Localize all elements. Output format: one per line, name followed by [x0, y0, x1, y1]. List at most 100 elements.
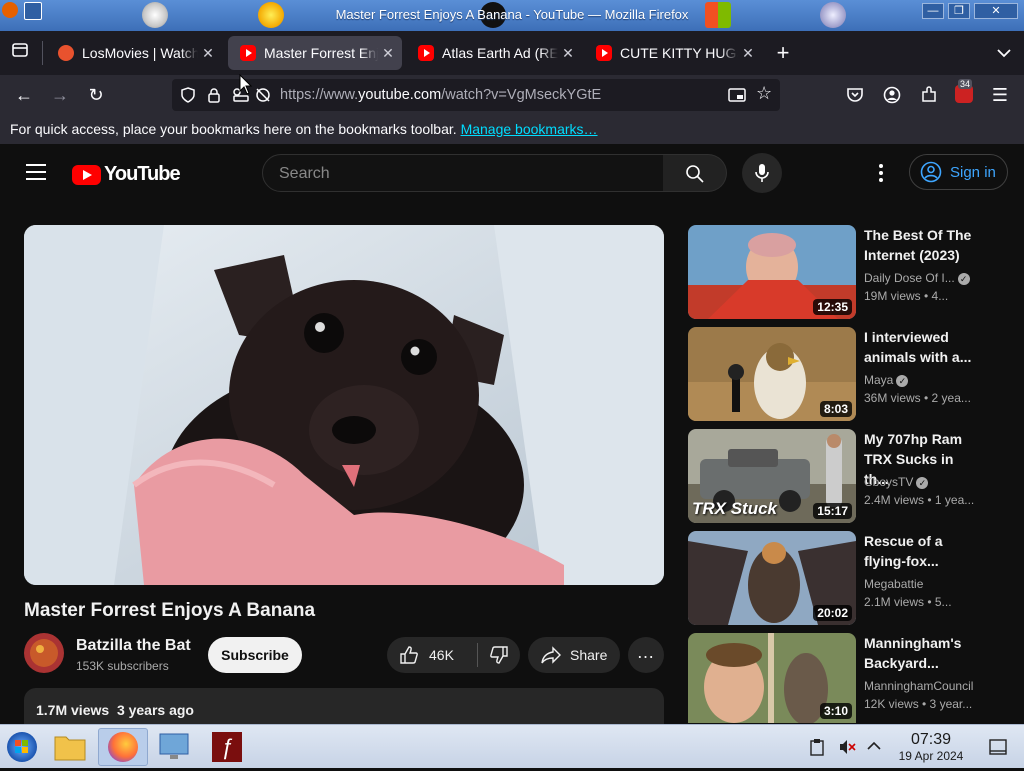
video-thumbnail[interactable]: 8:03: [688, 327, 856, 421]
video-player[interactable]: [24, 225, 664, 585]
channel-avatar[interactable]: [24, 633, 64, 673]
recommended-item[interactable]: TRX Stuck 15:17 My 707hp Ram TRX Sucks i…: [688, 429, 1008, 523]
extension-badge: 34: [958, 79, 973, 89]
taskbar-flash-player[interactable]: ƒ: [208, 728, 248, 766]
thumbs-up-icon: [400, 646, 418, 664]
tracking-blocked-icon[interactable]: [254, 87, 272, 103]
youtube-logo[interactable]: YouTube: [72, 163, 181, 186]
recommended-channel[interactable]: ManninghamCouncil: [864, 679, 984, 693]
voice-search-button[interactable]: [742, 153, 782, 193]
video-duration: 3:10: [819, 703, 852, 719]
taskbar-firefox[interactable]: [98, 728, 148, 766]
clock[interactable]: 07:39 19 Apr 2024: [888, 731, 974, 763]
ublock-extension-icon[interactable]: 34: [955, 79, 973, 103]
recommended-meta: 2.1M views • 5...: [864, 595, 952, 609]
search-input[interactable]: Search: [262, 154, 664, 192]
guide-menu-button[interactable]: [26, 164, 46, 180]
app-menu-button[interactable]: ☰: [988, 83, 1012, 107]
recommended-channel[interactable]: Maya ✓: [864, 373, 984, 387]
recommended-channel[interactable]: CboysTV ✓: [864, 475, 984, 489]
youtube-favicon-icon: [596, 45, 612, 61]
hamburger-icon: ☰: [991, 85, 1009, 105]
start-button[interactable]: [2, 728, 42, 766]
video-duration: 15:17: [813, 503, 852, 519]
recommended-title[interactable]: I interviewed animals with a...: [864, 327, 982, 367]
tab-atlas-earth[interactable]: Atlas Earth Ad (REAL) ✕: [406, 36, 582, 70]
search-icon: [686, 165, 704, 183]
recommended-item[interactable]: 12:35 The Best Of The Internet (2023) Da…: [688, 225, 1008, 319]
tab-label: CUTE KITTY HUGS: [620, 45, 738, 61]
chevron-up-icon[interactable]: [867, 741, 881, 751]
show-desktop-icon[interactable]: [989, 738, 1007, 756]
more-actions-button[interactable]: …: [628, 637, 664, 673]
account-icon[interactable]: [883, 86, 901, 104]
window-titlebar[interactable]: Master Forrest Enjoys A Banana - YouTube…: [0, 0, 1024, 31]
tab-master-forrest[interactable]: Master Forrest Enjoys A Banana ✕: [228, 36, 402, 70]
video-thumbnail[interactable]: 20:02: [688, 531, 856, 625]
taskbar-system-monitor[interactable]: [154, 728, 194, 766]
tab-losmovies[interactable]: LosMovies | Watch ✕: [46, 36, 222, 70]
tab-separator: [42, 41, 43, 65]
recommended-title[interactable]: The Best Of The Internet (2023): [864, 225, 982, 265]
youtube-favicon-icon: [418, 45, 434, 61]
reload-button[interactable]: ↻: [84, 83, 108, 107]
video-frame-bat: [24, 225, 664, 585]
tab-close-icon[interactable]: ✕: [378, 45, 398, 62]
recommended-meta: 19M views • 4...: [864, 289, 949, 303]
maximize-button[interactable]: ❐: [948, 3, 970, 19]
subscriber-count: 153K subscribers: [76, 659, 169, 673]
recommended-title[interactable]: Manningham's Backyard...: [864, 633, 982, 673]
channel-name[interactable]: Batzilla the Bat: [76, 637, 191, 655]
back-button[interactable]: ←: [12, 83, 36, 107]
extensions-icon[interactable]: [920, 86, 938, 104]
like-count: 46K: [429, 647, 454, 663]
pocket-icon[interactable]: [846, 87, 864, 103]
video-title: Master Forrest Enjoys A Banana: [24, 600, 316, 621]
losmovies-favicon-icon: [58, 45, 74, 61]
taskbar-file-manager[interactable]: [50, 728, 90, 766]
list-all-tabs-button[interactable]: [992, 41, 1016, 65]
description-box[interactable]: 1.7M views 3 years ago: [24, 688, 664, 728]
thumbnail-overlay-text: TRX Stuck: [692, 499, 778, 518]
bookmarks-message: For quick access, place your bookmarks h…: [10, 121, 457, 137]
recommended-channel[interactable]: Megabattie: [864, 577, 984, 591]
tab-cute-kitty[interactable]: CUTE KITTY HUGS ✕: [584, 36, 762, 70]
minimize-button[interactable]: —: [922, 3, 944, 19]
close-window-button[interactable]: ✕: [974, 3, 1018, 19]
tab-close-icon[interactable]: ✕: [198, 45, 218, 62]
video-duration: 8:03: [819, 401, 852, 417]
search-button[interactable]: [663, 154, 727, 192]
volume-muted-icon[interactable]: [838, 738, 856, 756]
video-thumbnail[interactable]: 3:10: [688, 633, 856, 723]
subscribe-button[interactable]: Subscribe: [208, 637, 302, 673]
settings-more-button[interactable]: [878, 164, 884, 182]
manage-bookmarks-link[interactable]: Manage bookmarks…: [461, 121, 598, 137]
url-bar[interactable]: https://www.youtube.com/watch?v=VgMseckY…: [172, 79, 780, 111]
sign-in-button[interactable]: Sign in: [909, 154, 1008, 190]
firefox-view-button[interactable]: [8, 41, 32, 65]
new-tab-button[interactable]: +: [771, 41, 795, 65]
recommended-item[interactable]: 3:10 Manningham's Backyard... Manningham…: [688, 633, 1008, 723]
recommended-channel[interactable]: Daily Dose Of I... ✓: [864, 271, 984, 285]
picture-in-picture-icon[interactable]: [728, 87, 746, 103]
recommended-item[interactable]: 20:02 Rescue of a flying-fox... Megabatt…: [688, 531, 1008, 625]
verified-check-icon: ✓: [916, 476, 929, 489]
video-thumbnail[interactable]: TRX Stuck 15:17: [688, 429, 856, 523]
start-orb-icon: [7, 732, 37, 762]
shield-icon[interactable]: [180, 87, 196, 103]
tab-close-icon[interactable]: ✕: [738, 45, 758, 62]
recommended-meta: 36M views • 2 yea...: [864, 391, 971, 405]
share-button[interactable]: Share: [528, 637, 620, 673]
bookmark-star-icon[interactable]: ☆: [756, 83, 772, 104]
video-thumbnail[interactable]: 12:35: [688, 225, 856, 319]
lock-icon[interactable]: [206, 87, 222, 103]
clipboard-icon[interactable]: [810, 738, 824, 756]
tab-close-icon[interactable]: ✕: [558, 45, 578, 62]
recommended-item[interactable]: 8:03 I interviewed animals with a... May…: [688, 327, 1008, 421]
like-button[interactable]: 46K: [387, 637, 477, 673]
dislike-button[interactable]: [478, 637, 520, 673]
forward-button[interactable]: →: [48, 83, 72, 107]
recommended-title[interactable]: Rescue of a flying-fox...: [864, 531, 982, 571]
clock-time: 07:39: [910, 731, 952, 748]
url-text[interactable]: https://www.youtube.com/watch?v=VgMseckY…: [280, 87, 601, 103]
